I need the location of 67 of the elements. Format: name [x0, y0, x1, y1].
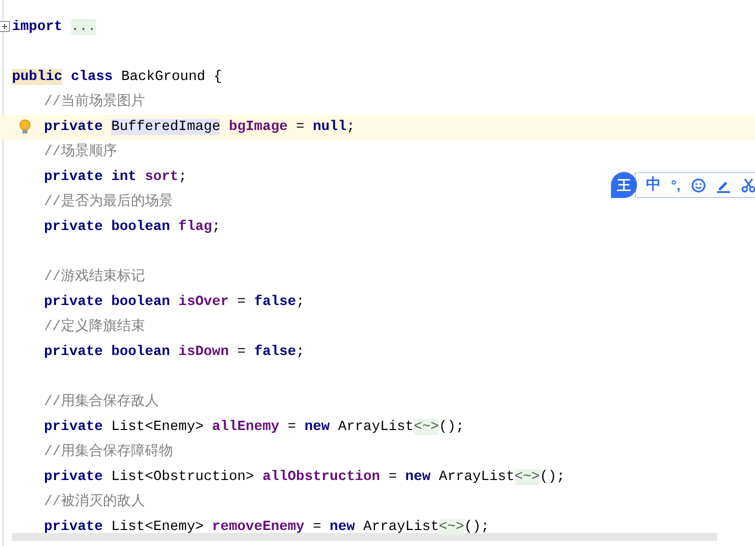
keyword: import — [12, 19, 64, 35]
field-name: allEnemy — [212, 419, 280, 435]
code-text: (); — [464, 519, 490, 535]
keyword: new — [405, 469, 431, 485]
code-text: ArrayList — [362, 519, 439, 535]
keyword: private — [44, 519, 103, 535]
keyword: private — [44, 419, 103, 435]
code-text: ; — [178, 169, 187, 185]
folded-code: ... — [70, 19, 96, 35]
code-text: BackGround { — [120, 69, 222, 85]
code-text: ArrayList — [438, 469, 515, 485]
field-name: isDown — [177, 344, 229, 360]
keyword: private — [44, 469, 103, 485]
folded-code: <~> — [438, 519, 464, 535]
scissors-icon[interactable] — [740, 178, 755, 192]
code-text: ; — [346, 119, 355, 135]
keyword: private int — [44, 169, 136, 185]
code-text: = — [236, 344, 247, 360]
code-text: ; — [212, 219, 220, 235]
field-name: removeEnemy — [212, 519, 304, 535]
code-text: = — [236, 294, 247, 310]
fold-icon[interactable] — [0, 21, 10, 32]
code-text: (); — [438, 419, 464, 435]
code-comment: //用集合保存敌人 — [44, 394, 159, 410]
keyword: private boolean — [44, 219, 170, 235]
keyword: new — [330, 519, 355, 535]
code-text: ; — [296, 294, 304, 310]
code-text: = — [295, 119, 306, 135]
code-comment: //用集合保存障碍物 — [44, 444, 173, 460]
keyword: false — [254, 344, 296, 360]
smiley-icon[interactable] — [690, 178, 706, 192]
code-text: List<Obstruction> — [110, 469, 256, 485]
code-text: List<Enemy> — [110, 419, 205, 435]
keyword: public — [12, 69, 62, 85]
code-text: = — [312, 519, 322, 535]
keyword: class — [70, 69, 113, 85]
code-text: (); — [540, 469, 565, 485]
horizontal-scrollbar[interactable] — [12, 533, 717, 541]
code-comment: //当前场景图片 — [44, 94, 145, 110]
code-comment: //被消灭的敌人 — [44, 494, 145, 510]
code-text: = — [286, 419, 298, 435]
code-text: List<Enemy> — [110, 519, 205, 535]
keyword: private boolean — [44, 344, 170, 360]
code-text: = — [387, 469, 398, 485]
input-mode-toggle[interactable]: 中 — [646, 174, 661, 196]
field-name: sort — [144, 169, 178, 185]
folded-code: <~> — [414, 419, 439, 435]
keyword: null — [312, 119, 346, 135]
code-comment: //场景顺序 — [44, 144, 117, 160]
field-name: allObstruction — [262, 469, 380, 485]
lightbulb-icon[interactable] — [19, 119, 31, 135]
keyword: new — [304, 419, 330, 435]
code-comment: //游戏结束标记 — [44, 269, 145, 285]
code-text: BufferedImage — [111, 119, 220, 135]
code-text: ArrayList — [337, 419, 414, 435]
field-name: isOver — [177, 294, 229, 310]
ime-logo[interactable]: 王 — [611, 172, 637, 198]
code-comment: //定义降旗结束 — [44, 319, 145, 335]
keyword: false — [254, 294, 296, 310]
punctuation-toggle[interactable]: °, — [671, 174, 680, 196]
keyword: private boolean — [44, 294, 170, 310]
folded-code: <~> — [514, 469, 540, 485]
code-text: ; — [296, 344, 304, 360]
code-comment: //是否为最后的场景 — [44, 194, 173, 210]
field-name: bgImage — [228, 119, 288, 135]
keyword: private — [44, 119, 104, 135]
field-name: flag — [177, 219, 212, 235]
